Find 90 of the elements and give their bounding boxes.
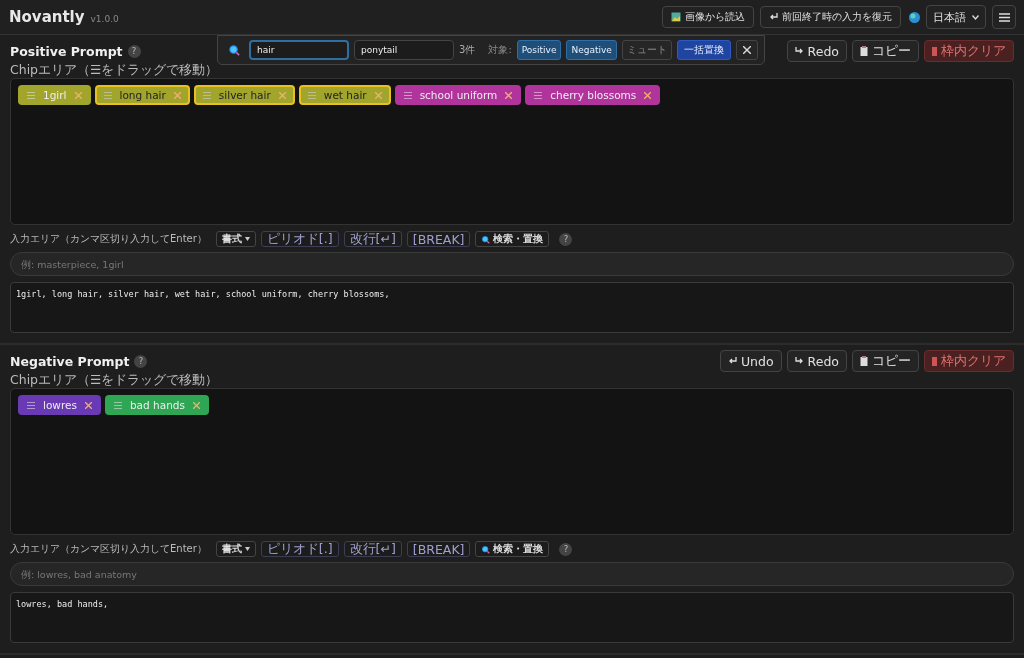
chip-label: silver hair	[218, 89, 271, 101]
clear-button[interactable]: 枠内クリア	[924, 40, 1014, 62]
prompt-text-field[interactable]: lowres, bad hands,	[10, 592, 1014, 643]
match-count: 3件	[459, 43, 476, 57]
search-replace-button[interactable]: 検索・置換	[475, 541, 550, 557]
chip-label: long hair	[119, 89, 166, 101]
trash-icon	[932, 46, 937, 56]
redo-button[interactable]: Redo	[786, 40, 847, 62]
restore-button[interactable]: 前回終了時の入力を復元	[760, 6, 901, 28]
target-toggle[interactable]: Negative	[566, 40, 617, 60]
menu-button[interactable]	[992, 5, 1016, 29]
drag-handle-icon[interactable]	[113, 401, 122, 409]
target-toggle[interactable]: ミュート	[621, 40, 672, 60]
drag-handle-icon[interactable]	[202, 91, 211, 99]
prompt-chip[interactable]: school uniform	[394, 85, 522, 105]
format-dropdown[interactable]: 書式	[215, 541, 256, 557]
prompt-chip[interactable]: silver hair	[193, 85, 295, 105]
chip-area-label: Chipエリア（☰をドラッグで移動）	[10, 372, 220, 387]
help-icon[interactable]: ?	[127, 44, 141, 58]
globe-icon	[909, 11, 920, 23]
close-icon[interactable]	[644, 91, 652, 99]
chip-label: cherry blossoms	[550, 89, 637, 101]
drag-handle-icon[interactable]	[534, 91, 543, 99]
trash-icon	[932, 356, 937, 366]
image-button[interactable]: 画像から読込	[662, 6, 754, 28]
insert-button[interactable]: 改行[↵]	[343, 231, 402, 247]
target-toggle[interactable]: Positive	[516, 40, 562, 60]
clipboard-icon	[860, 46, 868, 56]
close-icon[interactable]	[84, 401, 92, 409]
app-title: Novantly	[9, 8, 85, 26]
caret-icon	[972, 14, 979, 20]
clear-button[interactable]: 枠内クリア	[924, 350, 1014, 372]
drag-handle-icon[interactable]	[103, 91, 112, 99]
redo-button[interactable]: Redo	[786, 350, 847, 372]
search-field[interactable]: hair	[249, 40, 349, 60]
drag-handle-icon[interactable]	[27, 91, 35, 99]
tag-input-field[interactable]: 例: lowres, bad anatomy	[10, 562, 1014, 586]
chip-label: wet hair	[323, 89, 367, 101]
search-icon	[228, 44, 240, 56]
undo-button[interactable]: Undo	[719, 350, 782, 372]
chip-label: school uniform	[419, 89, 498, 101]
help-icon[interactable]: ?	[559, 232, 573, 246]
prompt-chip[interactable]: wet hair	[298, 85, 391, 105]
chip-label: lowres	[43, 399, 77, 411]
drag-handle-icon[interactable]	[307, 91, 316, 99]
search-icon	[481, 234, 491, 244]
insert-button[interactable]: ピリオド[.]	[260, 541, 339, 557]
picture-icon	[671, 12, 681, 22]
prompt-text-field[interactable]: 1girl, long hair, silver hair, wet hair, school uniform, cherry blossoms,	[10, 282, 1014, 333]
insert-button[interactable]: [BREAK]	[406, 231, 471, 247]
replace-field[interactable]: ponytail	[354, 40, 454, 60]
close-icon	[742, 46, 751, 54]
input-area-label: 入力エリア（カンマ区切り入力してEnter）	[10, 542, 207, 556]
close-button[interactable]	[735, 40, 758, 60]
version-label: v1.0.0	[90, 14, 119, 24]
replace-all-button[interactable]: 一括置換	[676, 40, 731, 60]
help-icon[interactable]: ?	[134, 354, 148, 368]
tag-input-field[interactable]: 例: masterpiece, 1girl	[10, 252, 1014, 276]
chip-area-label: Chipエリア（☰をドラッグで移動）	[10, 62, 220, 77]
close-icon[interactable]	[192, 401, 200, 409]
close-icon[interactable]	[505, 91, 513, 99]
clipboard-icon	[860, 356, 868, 366]
return-arrow-icon	[769, 13, 778, 21]
chip-label: bad hands	[129, 399, 185, 411]
drag-handle-icon[interactable]	[27, 401, 35, 409]
caret-icon	[244, 547, 250, 551]
format-dropdown[interactable]: 書式	[215, 231, 256, 247]
search-replace-button[interactable]: 検索・置換	[475, 231, 550, 247]
redo-arrow-icon	[794, 47, 804, 55]
insert-button[interactable]: 改行[↵]	[343, 541, 402, 557]
insert-button[interactable]: [BREAK]	[406, 541, 471, 557]
prompt-chip[interactable]: long hair	[94, 85, 190, 105]
section-title: Positive Prompt	[10, 43, 123, 59]
section-title: Negative Prompt	[10, 353, 130, 369]
drag-handle-icon[interactable]	[403, 91, 412, 99]
prompt-chip[interactable]: lowres	[18, 395, 101, 415]
search-icon	[481, 544, 491, 554]
copy-button[interactable]: コピー	[852, 40, 919, 62]
menu-icon	[998, 12, 1010, 22]
return-arrow-icon	[727, 357, 737, 365]
caret-icon	[244, 237, 250, 241]
chip-label: 1girl	[43, 89, 67, 101]
copy-button[interactable]: コピー	[852, 350, 919, 372]
target-label: 対象:	[488, 43, 512, 57]
insert-button[interactable]: ピリオド[.]	[260, 231, 339, 247]
input-area-label: 入力エリア（カンマ区切り入力してEnter）	[10, 232, 207, 246]
prompt-chip[interactable]: cherry blossoms	[525, 85, 661, 105]
redo-arrow-icon	[794, 357, 804, 365]
help-icon[interactable]: ?	[559, 542, 573, 556]
language-select[interactable]: 日本語	[926, 5, 986, 29]
